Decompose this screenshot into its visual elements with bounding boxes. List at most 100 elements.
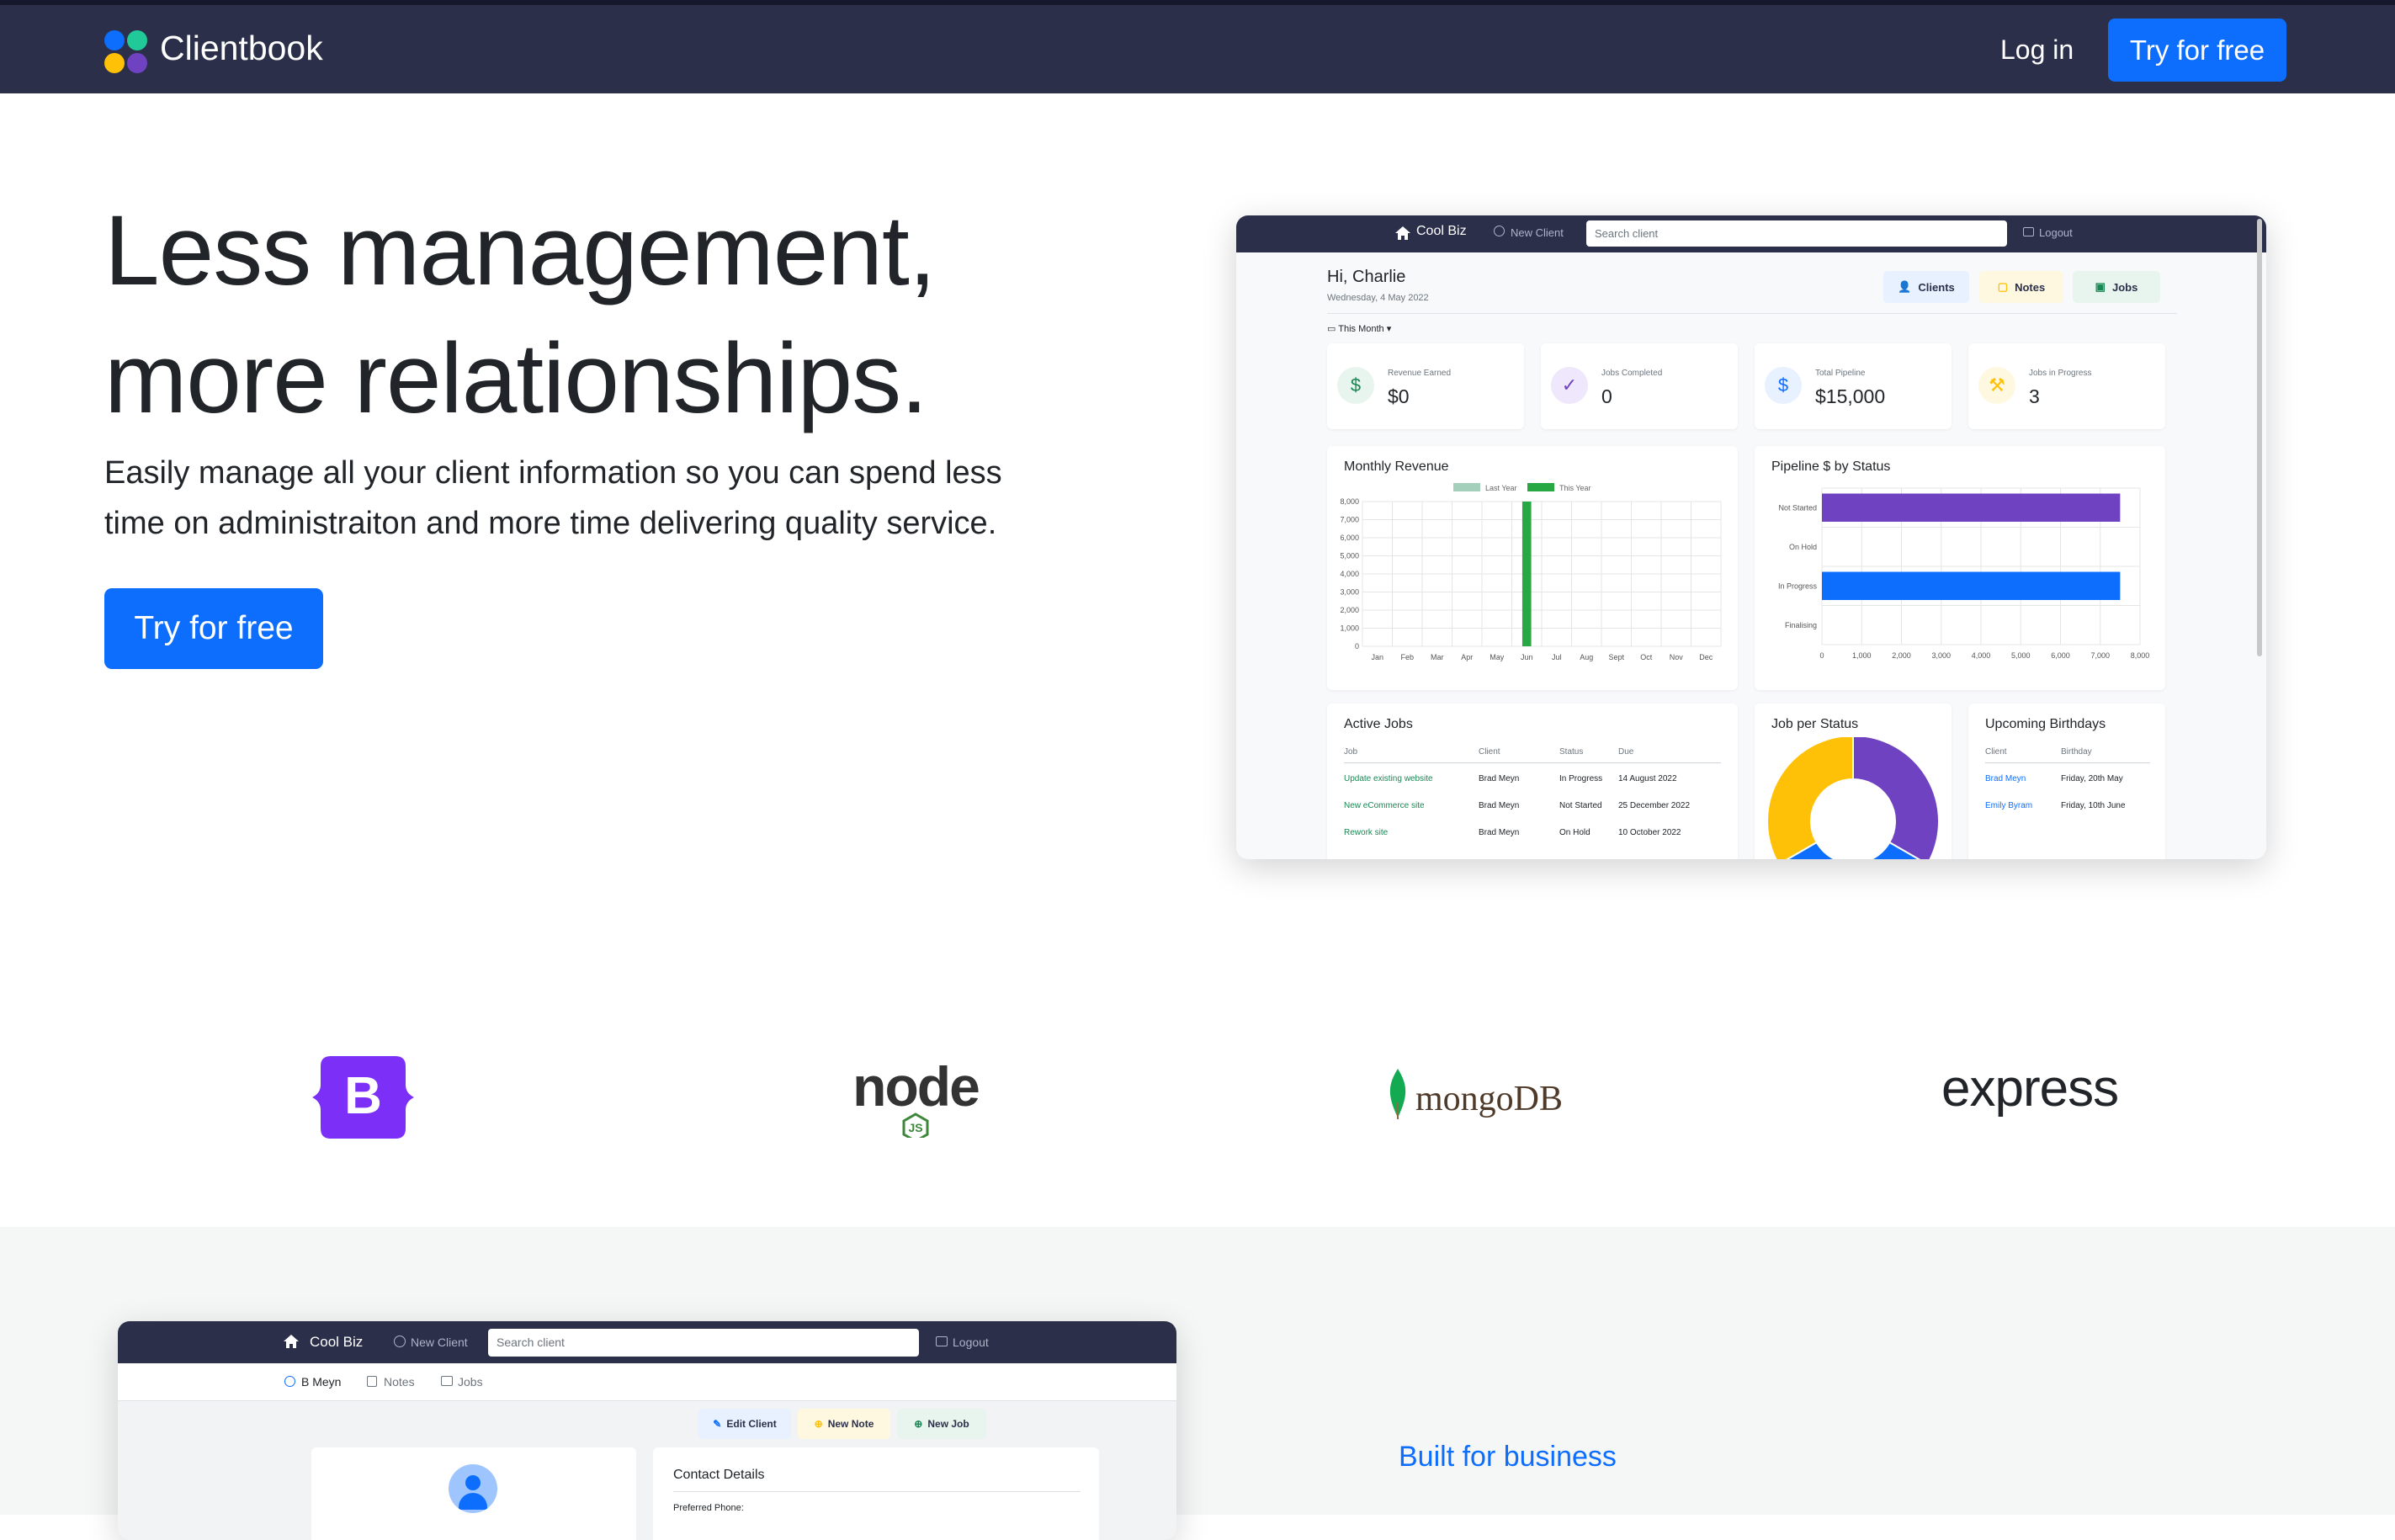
pencil-icon: ✎ [713, 1418, 722, 1430]
mock2-avatar-card [311, 1447, 636, 1540]
progress-icon: ⚒ [1978, 367, 2015, 404]
stat-card-jobs-in-progress: ⚒ Jobs in Progress 3 [1968, 343, 2165, 429]
person-icon: 👤 [1898, 280, 1912, 293]
mock2-edit-client: ✎ Edit Client [698, 1409, 791, 1439]
monthly-revenue-chart: Last Year This Year 8,000 7,000 6,000 5,000 4,… [1340, 483, 1722, 661]
login-link[interactable]: Log in [2000, 35, 2074, 66]
pipeline-chart: 0 1,000 2,000 3,000 4,000 5,000 6,000 7,000 8,00… [1778, 487, 2150, 660]
legend-swatch [1453, 483, 1480, 491]
period-selector: ▭ This Month ▾ [1327, 324, 1392, 334]
note-icon [367, 1376, 377, 1387]
birthdays-title: Upcoming Birthdays [1985, 717, 2106, 731]
mock2-search-input: Search client [488, 1329, 919, 1357]
x-tick-label: 0 [1819, 651, 1824, 660]
nav-try-free-button[interactable]: Try for free [2108, 19, 2286, 82]
home-icon [284, 1335, 299, 1348]
mongodb-logo: mongoDB [1387, 1069, 1564, 1129]
x-tick-label: Dec [1699, 653, 1713, 661]
hero-try-free-button[interactable]: Try for free [104, 588, 323, 669]
contact-details-title: Contact Details [673, 1468, 765, 1482]
hero-title-line2: more relationships. [104, 323, 928, 434]
monthly-revenue-title: Monthly Revenue [1344, 459, 1449, 474]
logout-icon [2023, 227, 2034, 236]
x-tick-label: Jan [1371, 653, 1383, 661]
x-tick-label: Oct [1640, 653, 1653, 661]
monthly-revenue-card: Monthly Revenue Last Year This Year 8,000 7… [1327, 446, 1738, 690]
x-tick-label: 1,000 [1852, 651, 1872, 660]
x-tick-label: 3,000 [1931, 651, 1951, 660]
job-per-status-card: Job per Status [1755, 704, 1952, 859]
job-link: Update existing website [1344, 774, 1433, 783]
legend-swatch [1527, 483, 1554, 491]
x-tick-label: 8,000 [2131, 651, 2150, 660]
mock-navbar: Cool Biz New Client Search client Logout [1236, 215, 2266, 252]
y-tick-label: 1,000 [1340, 624, 1359, 633]
y-tick-label: On Hold [1789, 543, 1817, 551]
x-tick-label: Jun [1521, 653, 1533, 661]
briefcase-icon: ▣ [2095, 280, 2106, 293]
hero-subtitle-line1: Easily manage all your client informatio… [104, 455, 1002, 491]
legend-label: This Year [1559, 484, 1591, 492]
y-tick-label: 0 [1355, 642, 1359, 651]
hero-title-line1: Less management, [104, 195, 937, 306]
hero-subtitle: Easily manage all your client informatio… [104, 448, 1072, 549]
y-tick-label: In Progress [1778, 581, 1818, 590]
nodejs-logo-icon: node JS [852, 1057, 980, 1138]
stat-card-jobs-completed: ✓ Jobs Completed 0 [1541, 343, 1738, 429]
y-tick-label: Finalising [1785, 621, 1817, 629]
stat-card-total-pipeline: $ Total Pipeline $15,000 [1755, 343, 1952, 429]
person-icon [284, 1376, 295, 1387]
mock2-navbar: Cool Biz New Client Search client Logout [118, 1321, 1176, 1363]
brand-logo-icon[interactable] [104, 30, 148, 74]
hero-subtitle-line2: time on administraiton and more time del… [104, 506, 997, 541]
brand-name[interactable]: Clientbook [160, 29, 323, 68]
x-tick-label: 4,000 [1972, 651, 1991, 660]
plus-circle-icon: ⊕ [914, 1418, 923, 1430]
plus-circle-icon: ⊕ [814, 1418, 823, 1430]
active-jobs-card: Active Jobs Job Client Status Due Update… [1327, 704, 1738, 859]
y-tick-label: 4,000 [1340, 570, 1359, 578]
svg-text:node: node [852, 1057, 979, 1118]
x-tick-label: Feb [1400, 653, 1414, 661]
x-tick-label: 7,000 [2090, 651, 2110, 660]
mongodb-leaf-icon [1389, 1069, 1406, 1119]
y-tick-label: 2,000 [1340, 606, 1359, 614]
mock-new-client: New Client [1511, 226, 1564, 239]
legend-label: Last Year [1485, 484, 1517, 492]
mock2-new-note: ⊕ New Note [798, 1409, 890, 1439]
active-jobs-title: Active Jobs [1344, 717, 1413, 731]
mock-logout: Logout [2039, 226, 2073, 239]
x-tick-label: 5,000 [2011, 651, 2031, 660]
mock-date: Wednesday, 4 May 2022 [1327, 293, 1429, 303]
x-tick-label: Mar [1431, 653, 1444, 661]
home-icon [1395, 226, 1410, 240]
pipeline-bar [1822, 493, 2121, 522]
client-detail-screenshot: Cool Biz New Client Search client Logout… [118, 1321, 1176, 1540]
mock-jobs-pill: ▣ Jobs [2073, 271, 2160, 303]
y-tick-label: 5,000 [1340, 552, 1359, 560]
x-tick-label: 6,000 [2051, 651, 2070, 660]
mock-greeting: Hi, Charlie [1327, 268, 1406, 286]
mock-search-input: Search client [1586, 220, 2007, 247]
express-logo: express [1941, 1059, 2119, 1118]
svg-text:JS: JS [908, 1121, 922, 1134]
y-tick-label: Not Started [1778, 503, 1817, 512]
bootstrap-logo-icon: B [312, 1056, 414, 1139]
pipeline-title: Pipeline $ by Status [1771, 459, 1891, 474]
stat-card-revenue: $ Revenue Earned $0 [1327, 343, 1524, 429]
check-icon: ✓ [1551, 367, 1588, 404]
x-tick-label: Nov [1670, 653, 1684, 661]
top-navbar: Clientbook Log in Try for free [0, 0, 2395, 93]
donut-slice [1852, 737, 1940, 859]
briefcase-icon [441, 1376, 453, 1386]
hand-dollar-icon: $ [1765, 367, 1802, 404]
donut-slice [1766, 737, 1854, 859]
mock2-new-job: ⊕ New Job [897, 1409, 986, 1439]
mock-notes-pill: ▢ Notes [1979, 271, 2063, 303]
mock2-subnav: B Meyn Notes Jobs [118, 1363, 1176, 1401]
y-tick-label: 7,000 [1340, 516, 1359, 524]
mock2-contact-card: Contact Details Preferred Phone: [653, 1447, 1099, 1540]
mock-clients-pill: 👤 Clients [1883, 271, 1969, 303]
y-tick-label: 8,000 [1340, 497, 1359, 506]
job-link: Rework site [1344, 828, 1389, 837]
